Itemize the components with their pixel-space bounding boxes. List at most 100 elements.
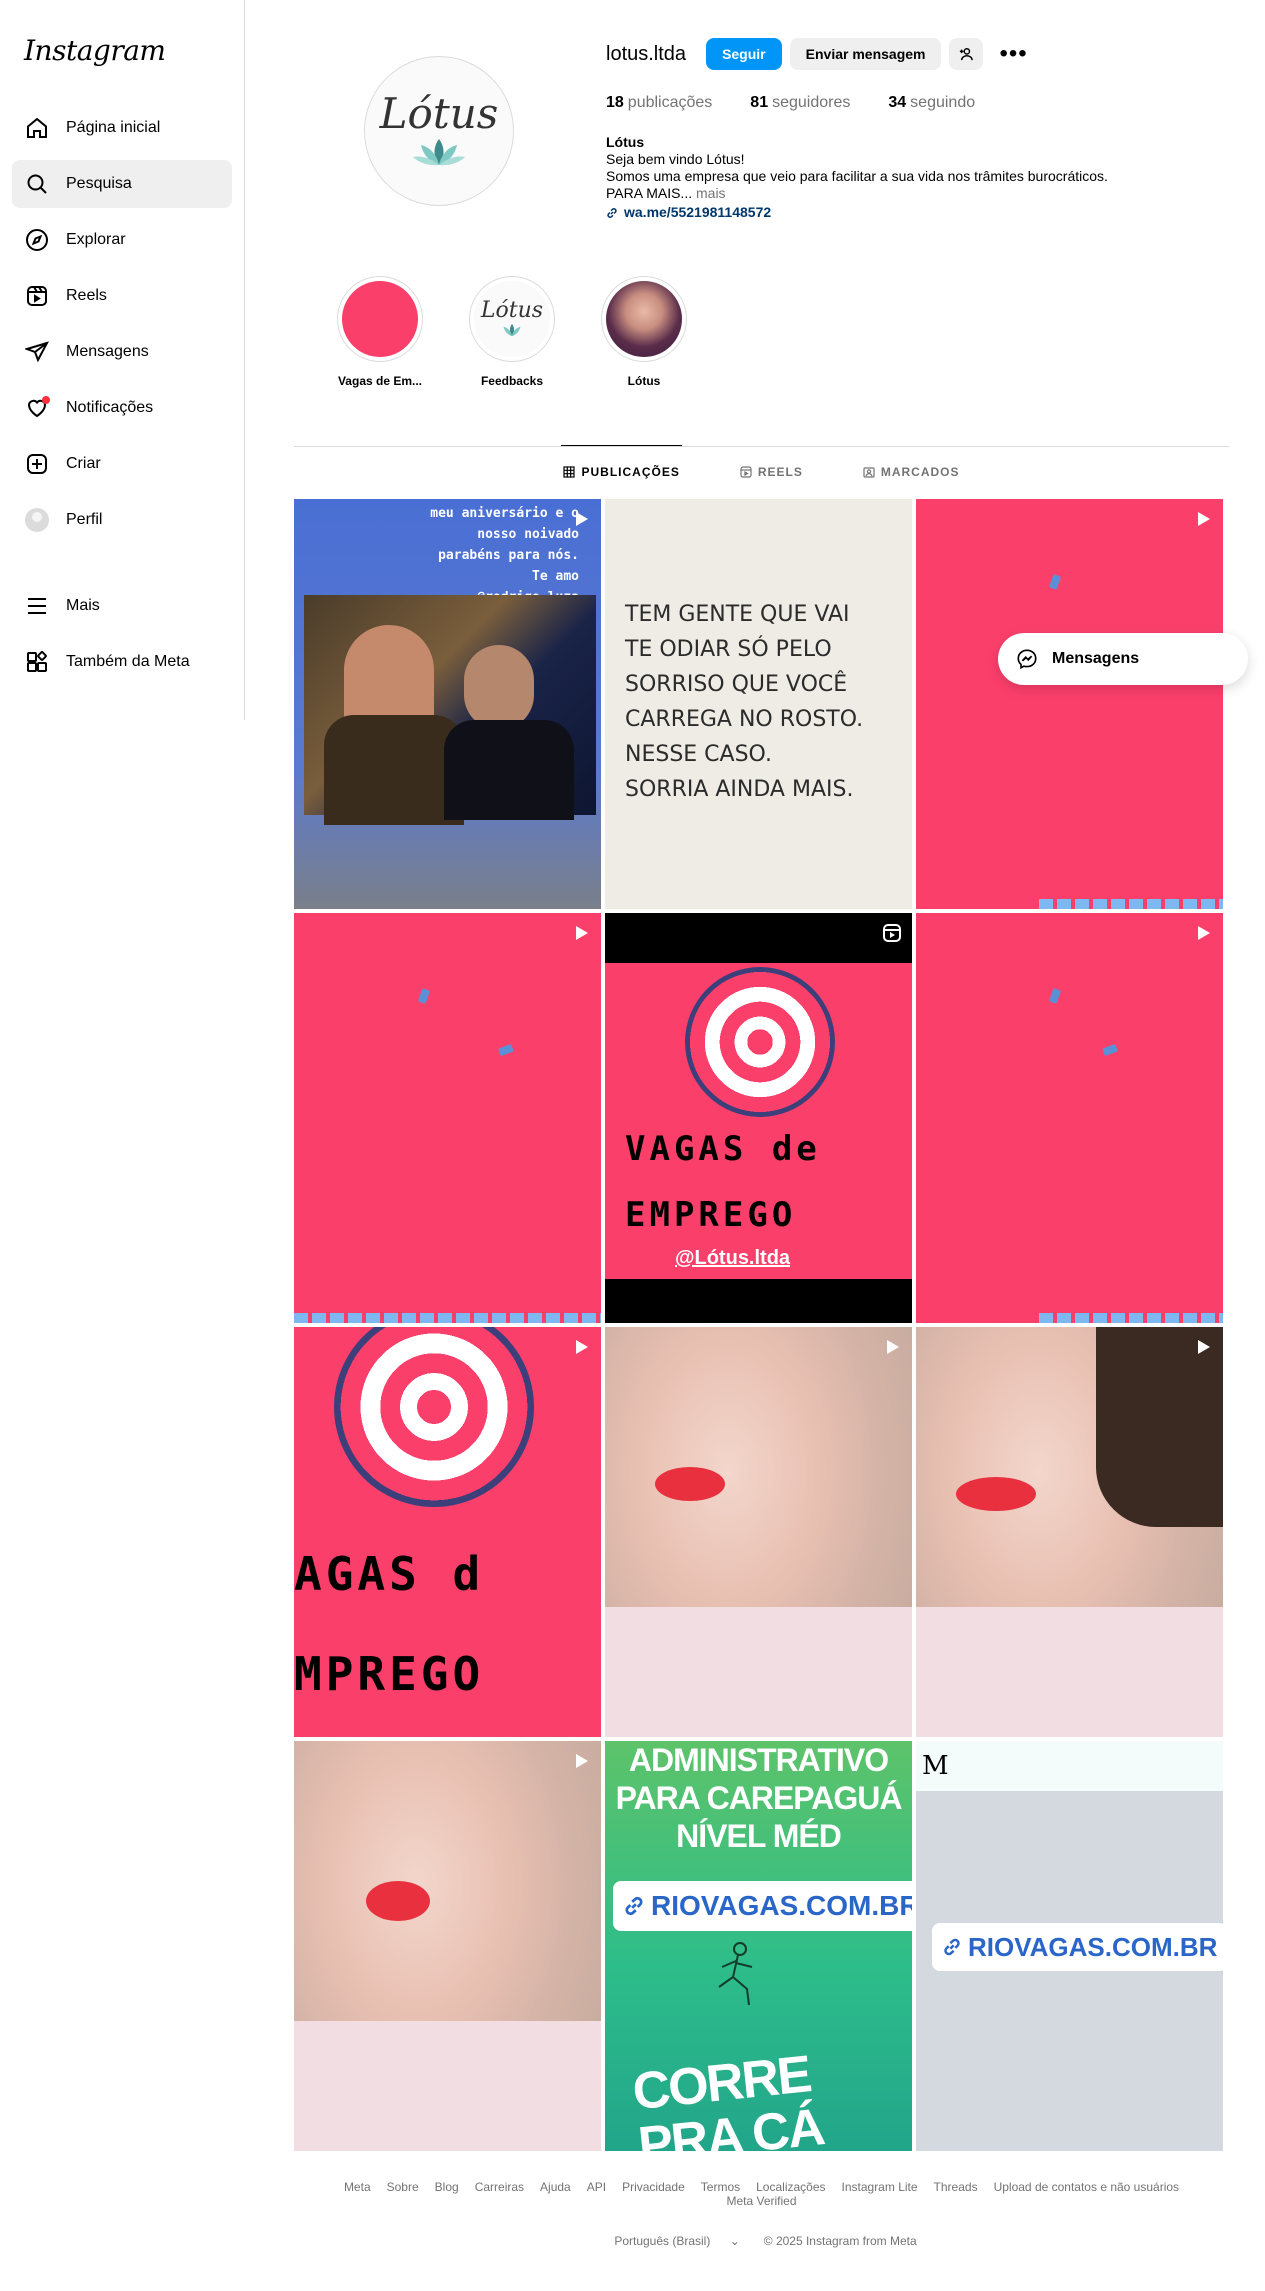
sidebar-item-more[interactable]: Mais [12, 582, 232, 630]
sidebar-item-meta[interactable]: Também da Meta [12, 638, 232, 686]
bio-line: Somos uma empresa que veio para facilita… [606, 168, 1108, 184]
profile-info: lotus.ltda Seguir Enviar mensagem ••• 18… [606, 34, 1226, 221]
notification-badge [42, 396, 50, 404]
messenger-icon [1017, 649, 1037, 670]
search-icon [24, 171, 50, 197]
footer-link[interactable]: Meta Verified [726, 2194, 796, 2208]
emprego-text: MPREGO [294, 1647, 485, 1701]
add-person-icon [960, 48, 974, 61]
bio-name: Lótus [606, 134, 645, 150]
highlight-label: Vagas de Em... [337, 374, 423, 388]
bio-external-link[interactable]: wa.me/5521981148572 [606, 204, 1226, 221]
post-thumbnail[interactable] [916, 913, 1223, 1323]
bio-more-link[interactable]: mais [696, 185, 726, 201]
footer-bottom: Português (Brasil) ⌄ © 2025 Instagram fr… [294, 2234, 1229, 2248]
post-thumbnail[interactable] [916, 499, 1223, 909]
profile-tabs: PUBLICAÇÕES REELS MARCADOS [294, 445, 1229, 498]
send-message-button[interactable]: Enviar mensagem [789, 38, 942, 70]
footer-link[interactable]: API [587, 2180, 606, 2194]
footer-link[interactable]: Carreiras [475, 2180, 524, 2194]
handle-text: @Lótus.ltda [675, 1247, 791, 1269]
target-graphic [685, 967, 835, 1117]
sidebar-item-label: Perfil [66, 511, 103, 528]
post-headline: CORRE PRA CÁ [629, 2045, 827, 2151]
video-icon [1198, 512, 1210, 526]
following-stat[interactable]: 34 seguindo [888, 94, 975, 112]
footer-link[interactable]: Instagram Lite [842, 2180, 918, 2194]
bio-line: Seja bem vindo Lótus! [606, 151, 745, 167]
post-thumbnail[interactable] [605, 1327, 912, 1737]
vagas-text: VAGAS de [625, 1129, 821, 1169]
post-thumbnail[interactable]: meu aniversário e o nosso noivado parabéns… [294, 499, 601, 909]
sidebar-item-profile[interactable]: Perfil [12, 496, 232, 544]
post-thumbnail[interactable]: M RIOVAGAS.COM.BR [916, 1741, 1223, 2151]
lips [366, 1881, 430, 1921]
highlight-item[interactable]: Vagas de Em... [336, 276, 424, 388]
sidebar-item-messages[interactable]: Mensagens [12, 328, 232, 376]
profile-picture[interactable]: Lótus [364, 56, 514, 206]
chevron-down-icon: ⌄ [729, 2234, 740, 2248]
target-graphic [334, 1327, 534, 1507]
tab-reels[interactable]: REELS [740, 446, 803, 498]
plus-square-icon [24, 451, 50, 477]
followers-stat[interactable]: 81 seguidores [750, 94, 850, 112]
highlight-item[interactable]: Lótus Feedbacks [468, 276, 556, 388]
sidebar-item-label: Notificações [66, 399, 154, 416]
follow-button[interactable]: Seguir [706, 38, 782, 70]
video-icon [887, 1340, 899, 1354]
post-thumbnail[interactable] [916, 1327, 1223, 1737]
suggest-users-button[interactable] [949, 38, 984, 70]
post-thumbnail[interactable]: ADMINISTRATIVO PARA CAREPAGUÁ NÍVEL MÉD … [605, 1741, 912, 2151]
post-thumbnail[interactable]: AGAS d MPREGO [294, 1327, 601, 1737]
sidebar-item-notifications[interactable]: Notificações [12, 384, 232, 432]
compass-icon [24, 227, 50, 253]
post-thumbnail[interactable]: TEM GENTE QUE VAI TE ODIAR SÓ PELO SORRISO… [605, 499, 912, 909]
post-thumbnail[interactable]: VAGAS de EMPREGO @Lótus.ltda [605, 913, 912, 1323]
lips [655, 1467, 725, 1501]
sidebar-item-explore[interactable]: Explorar [12, 216, 232, 264]
footer-link[interactable]: Blog [435, 2180, 459, 2194]
sidebar-item-create[interactable]: Criar [12, 440, 232, 488]
highlight-label: Lótus [627, 374, 661, 388]
profile-logo-text: Lótus [379, 89, 499, 138]
footer-link[interactable]: Ajuda [540, 2180, 571, 2194]
tab-posts[interactable]: PUBLICAÇÕES [561, 445, 683, 498]
footer-link[interactable]: Upload de contatos e não usuários [994, 2180, 1179, 2194]
highlight-item[interactable]: Lótus [600, 276, 688, 388]
posts-stat: 18 publicações [606, 94, 713, 111]
video-icon [576, 1754, 588, 1768]
home-icon [24, 115, 50, 141]
sidebar-item-label: Criar [66, 455, 101, 472]
sidebar-item-search[interactable]: Pesquisa [12, 160, 232, 208]
more-options-icon[interactable]: ••• [999, 42, 1027, 66]
tab-tagged[interactable]: MARCADOS [863, 446, 960, 498]
sidebar-item-label: Reels [66, 287, 107, 304]
footer-link[interactable]: Meta [344, 2180, 371, 2194]
sidebar-item-home[interactable]: Página inicial [12, 104, 232, 152]
footer-link[interactable]: Localizações [756, 2180, 825, 2194]
post-thumbnail[interactable] [294, 1741, 601, 2151]
post-thumbnail[interactable] [294, 913, 601, 1323]
profile-username: lotus.ltda [606, 42, 687, 65]
footer-link[interactable]: Privacidade [622, 2180, 685, 2194]
footer-links: Meta Sobre Blog Carreiras Ajuda API Priv… [294, 2180, 1229, 2208]
posts-grid: meu aniversário e o nosso noivado parabéns… [294, 499, 1226, 2151]
footer-link[interactable]: Termos [701, 2180, 740, 2194]
language-selector[interactable]: Português (Brasil) ⌄ [606, 2234, 747, 2248]
copyright: © 2025 Instagram from Meta [763, 2234, 917, 2248]
reels-icon [740, 466, 752, 478]
reel-icon [883, 924, 901, 942]
highlight-cover: Lótus [474, 281, 550, 357]
sidebar-item-reels[interactable]: Reels [12, 272, 232, 320]
footer-link[interactable]: Sobre [387, 2180, 419, 2194]
messages-floating-button[interactable]: Mensagens [998, 633, 1248, 685]
avatar [25, 508, 49, 532]
post-caption-overlay: meu aniversário e o nosso noivado parabéns… [430, 506, 579, 605]
tagged-icon [863, 467, 875, 478]
profile-actions-row: lotus.ltda Seguir Enviar mensagem ••• [606, 34, 1226, 74]
bio-line: PARA MAIS... mais [606, 185, 726, 201]
instagram-logo[interactable]: Instagram [24, 34, 166, 67]
footer-link[interactable]: Threads [934, 2180, 978, 2194]
link-icon [944, 1938, 960, 1956]
runner-icon [718, 1942, 753, 2006]
